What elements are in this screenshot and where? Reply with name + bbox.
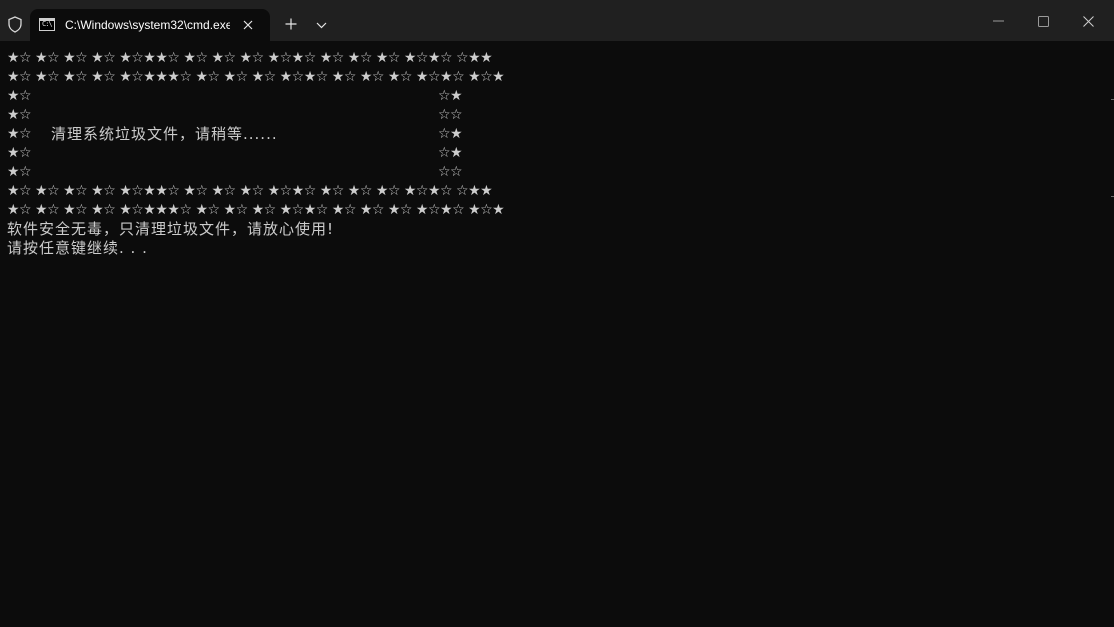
star-border-bottom-2: ★☆ ★☆ ★☆ ★☆ ★☆★★★☆ ★☆ ★☆ ★☆ ★☆★☆ ★☆ ★☆ ★… [7,202,505,218]
star-edge-left: ★☆ [7,126,32,142]
star-edge-left: ★☆ [7,145,32,161]
star-edge-right: ☆★ [438,88,463,104]
chevron-down-icon[interactable] [311,15,331,35]
star-edge-right: ☆☆ [438,107,463,123]
maximize-icon[interactable] [1021,6,1065,36]
star-edge-right: ☆★ [438,126,463,142]
terminal-window: C:\ C:\Windows\system32\cmd.exe ★☆ ★☆ ★☆… [0,0,1114,627]
star-border-top-2: ★☆ ★☆ ★☆ ★☆ ★☆★★★☆ ★☆ ★☆ ★☆ ★☆★☆ ★☆ ★☆ ★… [7,69,505,85]
star-edge-right: ☆★ [438,145,463,161]
star-edge-left: ★☆ [7,88,32,104]
star-edge-right: ☆☆ [438,164,463,180]
tab-cmd[interactable]: C:\ C:\Windows\system32\cmd.exe [30,9,270,41]
star-border-top-1: ★☆ ★☆ ★☆ ★☆ ★☆★★☆ ★☆ ★☆ ★☆ ★☆★☆ ★☆ ★☆ ★☆… [7,50,493,66]
close-icon[interactable] [238,15,258,35]
star-edge-left: ★☆ [7,107,32,123]
star-edge-left: ★☆ [7,164,32,180]
terminal-icon: C:\ [39,18,55,31]
minimize-icon[interactable] [976,6,1020,36]
title-bar: C:\ C:\Windows\system32\cmd.exe [0,0,1114,41]
console-output[interactable]: ★☆ ★☆ ★☆ ★☆ ★☆★★☆ ★☆ ★☆ ★☆ ★☆★☆ ★☆ ★☆ ★☆… [0,41,1114,627]
shield-icon[interactable] [6,14,24,34]
plus-icon[interactable] [281,14,301,34]
window-close-icon[interactable] [1066,6,1110,36]
tab-title: C:\Windows\system32\cmd.exe [65,18,230,32]
pause-prompt: 请按任意键继续. . . [7,239,148,257]
star-border-bottom-1: ★☆ ★☆ ★☆ ★☆ ★☆★★☆ ★☆ ★☆ ★☆ ★☆★☆ ★☆ ★☆ ★☆… [7,183,493,199]
safety-notice: 软件安全无毒，只清理垃圾文件，请放心使用! [7,220,335,238]
cleaning-message: 清理系统垃圾文件，请稍等...... [51,125,278,143]
